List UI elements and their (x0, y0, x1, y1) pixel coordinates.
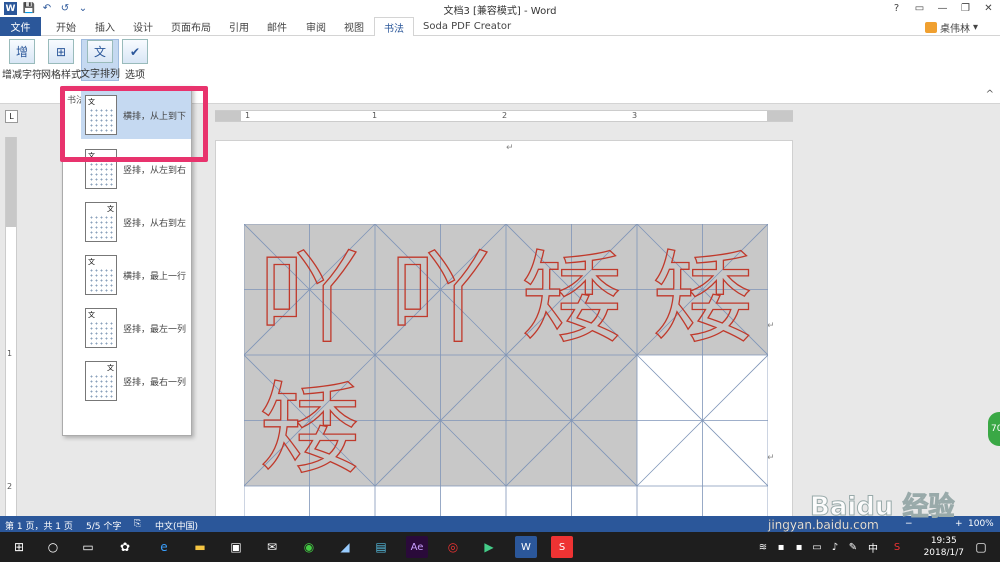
ruler-margin-top (6, 137, 16, 227)
music-icon[interactable]: ◎ (442, 536, 464, 558)
gallery-item-vertical-right-left[interactable]: 文 竖排，从右到左 (81, 198, 191, 246)
search-icon[interactable]: ○ (42, 536, 64, 558)
watermark: Baidu 经验 jingyan.baidu.com (760, 486, 980, 533)
calligraphy-grid[interactable]: 吖 吖 矮 矮 矮 (244, 224, 768, 520)
play-icon[interactable]: ▶ (478, 536, 500, 558)
avatar (924, 22, 937, 33)
folder-icon[interactable]: ▬ (189, 536, 211, 558)
tab-soda-pdf[interactable]: Soda PDF Creator (414, 17, 520, 36)
word-taskbar-icon[interactable]: W (515, 536, 537, 558)
window-controls: ? ▭ — ❐ ✕ (885, 0, 1000, 17)
watermark-url: jingyan.baidu.com (768, 518, 879, 532)
clock-date: 2018/1/7 (923, 548, 964, 558)
page-count[interactable]: 第 1 页，共 1 页 (5, 519, 73, 532)
store-icon[interactable]: ▣ (225, 536, 247, 558)
ruler-margin-left (215, 111, 241, 121)
clock[interactable]: 19:35 2018/1/7 (924, 535, 964, 559)
fan-app-icon[interactable]: ✿ (114, 536, 136, 558)
app-icon[interactable]: ▤ (370, 536, 392, 558)
clock-time: 19:35 (930, 536, 957, 546)
restore-button[interactable]: ❐ (954, 0, 977, 17)
app-icon[interactable]: ◢ (334, 536, 356, 558)
gallery-item-vertical-leftmost[interactable]: 文 竖排，最左一列 (81, 304, 191, 352)
window-title: 文档3 [兼容模式] - Word (443, 6, 557, 17)
layout-thumbnail-icon: 文 (85, 202, 117, 242)
help-button[interactable]: ? (885, 0, 908, 17)
edge-icon[interactable]: e (153, 536, 175, 558)
tab-layout[interactable]: 页面布局 (162, 17, 220, 36)
title-bar: W 💾 ↶ ↺ ⌄ 文档3 [兼容模式] - Word ? ▭ — ❐ ✕ (0, 0, 1000, 17)
language[interactable]: 中文(中国) (155, 519, 198, 532)
gallery-item-horizontal-top-row[interactable]: 文 横排，最上一行 (81, 251, 191, 299)
user-name: 桌伟林 (939, 24, 970, 35)
paragraph-mark: ↵ (506, 143, 514, 153)
task-view-icon[interactable]: ▭ (77, 536, 99, 558)
tab-view[interactable]: 视图 (335, 17, 373, 36)
layout-thumbnail-icon: 文 (85, 361, 117, 401)
tab-review[interactable]: 审阅 (297, 17, 335, 36)
paragraph-mark: ↵ (767, 453, 775, 463)
browser-icon[interactable]: ◉ (298, 536, 320, 558)
grid-char: 吖 (259, 239, 360, 357)
grid-char: 矮 (259, 370, 360, 488)
ruler-number: 1 (7, 349, 13, 358)
proofing-icon[interactable]: ⎘ (134, 519, 141, 529)
tab-references[interactable]: 引用 (220, 17, 258, 36)
vertical-ruler[interactable]: 1 2 (5, 137, 17, 517)
text-arrange-icon: 文 (87, 40, 113, 63)
tab-design[interactable]: 设计 (124, 17, 162, 36)
gallery-item-vertical-rightmost[interactable]: 文 竖排，最右一列 (81, 357, 191, 405)
collapse-ribbon-icon[interactable]: ^ (986, 89, 994, 100)
ruler-margin-right (767, 111, 793, 121)
add-chars-icon: 增 (9, 39, 35, 64)
tab-calligraphy[interactable]: 书法 (374, 17, 414, 37)
ruler-number: 1 (372, 111, 378, 120)
close-button[interactable]: ✕ (977, 0, 1000, 17)
tray-icon[interactable]: S (886, 536, 908, 558)
after-effects-icon[interactable]: Ae (406, 536, 428, 558)
ime-app-icon[interactable]: S (551, 536, 573, 558)
grid-style-button[interactable]: ⊞ 网格样式 (41, 39, 81, 81)
tab-selector[interactable]: L (5, 110, 18, 123)
grid-char: 矮 (521, 239, 622, 357)
minimize-button[interactable]: — (931, 0, 954, 17)
grid-icon: ⊞ (48, 39, 74, 64)
horizontal-ruler[interactable]: 1 1 2 3 (215, 110, 793, 122)
grid-char: 吖 (390, 239, 491, 357)
text-arrangement-button[interactable]: 文 文字排列 (80, 39, 120, 81)
layout-thumbnail-icon: 文 (85, 255, 117, 295)
tray-icon[interactable]: ✎ (842, 536, 864, 558)
annotation-highlight (60, 86, 208, 162)
grid-char: 矮 (652, 239, 753, 357)
start-icon[interactable]: ⊞ (8, 536, 30, 558)
user-account[interactable]: 桌伟林 ▾ (924, 20, 978, 35)
notifications-icon[interactable]: ▢ (970, 536, 992, 558)
ribbon-display-button[interactable]: ▭ (908, 0, 931, 17)
ruler-number: 2 (7, 482, 13, 491)
layout-thumbnail-icon: 文 (85, 308, 117, 348)
tab-mailings[interactable]: 邮件 (258, 17, 296, 36)
paragraph-mark: ↵ (767, 321, 775, 331)
options-button[interactable]: ✔ 选项 (122, 39, 148, 81)
word-count[interactable]: 5/5 个字 (86, 519, 121, 532)
ruler-number: 2 (502, 111, 508, 120)
taskbar: ⊞ ○ ▭ ✿ e ▬ ▣ ✉ ◉ ◢ ▤ Ae ◎ ▶ W S ≋ ▪ ▪ ▭… (0, 532, 1000, 562)
tab-insert[interactable]: 插入 (86, 17, 124, 36)
check-icon: ✔ (122, 39, 148, 64)
tab-file[interactable]: 文件 (0, 17, 41, 36)
side-badge[interactable]: 70 (988, 412, 1000, 446)
ribbon-tabs: 文件 开始 插入 设计 页面布局 引用 邮件 审阅 视图 书法 Soda PDF… (0, 17, 1000, 37)
ime-indicator[interactable]: 中 (862, 536, 884, 558)
ruler-number: 1 (245, 111, 251, 120)
ruler-number: 3 (632, 111, 638, 120)
add-remove-chars-button[interactable]: 增 增减字符 (2, 39, 42, 81)
mail-icon[interactable]: ✉ (261, 536, 283, 558)
chevron-down-icon: ▾ (972, 22, 978, 33)
tab-home[interactable]: 开始 (47, 17, 85, 36)
